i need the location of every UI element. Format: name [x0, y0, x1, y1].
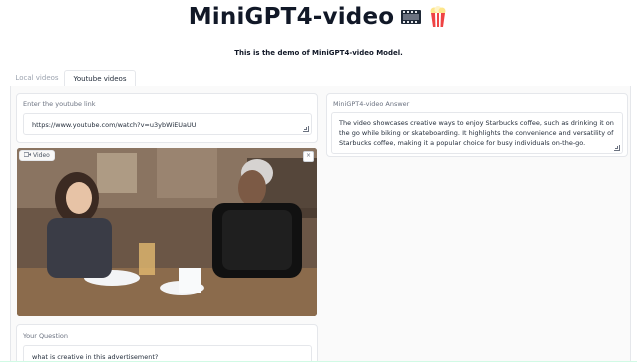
video-player[interactable]: Video × — [17, 148, 317, 316]
question-value: what is creative in this advertisement? — [32, 353, 159, 361]
video-camera-icon — [23, 152, 31, 159]
youtube-link-block: Enter the youtube link https://www.youtu… — [16, 93, 318, 143]
video-tag-label: Video — [33, 152, 50, 159]
close-icon[interactable]: × — [303, 151, 314, 162]
question-input[interactable]: what is creative in this advertisement? — [23, 345, 312, 362]
resize-handle-icon[interactable] — [614, 145, 620, 151]
film-icon — [400, 8, 422, 26]
resize-handle-icon[interactable] — [303, 126, 309, 132]
youtube-link-label: Enter the youtube link — [23, 100, 96, 108]
page-title: MiniGPT4-video — [0, 0, 637, 34]
video-tag: Video — [19, 150, 55, 161]
tab-youtube-videos[interactable]: Youtube videos — [64, 70, 136, 87]
video-frame — [17, 148, 317, 316]
answer-block: MiniGPT4-video Answer The video showcase… — [326, 93, 628, 157]
page: MiniGPT4-video This is the demo of MiniG… — [0, 0, 637, 362]
tab-local-videos[interactable]: Local videos — [10, 70, 64, 86]
answer-label: MiniGPT4-video Answer — [333, 100, 410, 108]
answer-output[interactable]: The video showcases creative ways to enj… — [331, 112, 623, 154]
youtube-link-value: https://www.youtube.com/watch?v=u3ybWiEU… — [32, 121, 197, 129]
page-subtitle: This is the demo of MiniGPT4-video Model… — [234, 49, 403, 57]
question-label: Your Question — [23, 332, 69, 340]
popcorn-icon — [428, 6, 448, 28]
app-title: MiniGPT4-video — [188, 4, 395, 30]
answer-value: The video showcases creative ways to enj… — [339, 119, 614, 147]
youtube-link-input[interactable]: https://www.youtube.com/watch?v=u3ybWiEU… — [23, 113, 312, 135]
question-block: Your Question what is creative in this a… — [16, 324, 318, 362]
tab-bar: Local videos Youtube videos — [10, 70, 631, 87]
